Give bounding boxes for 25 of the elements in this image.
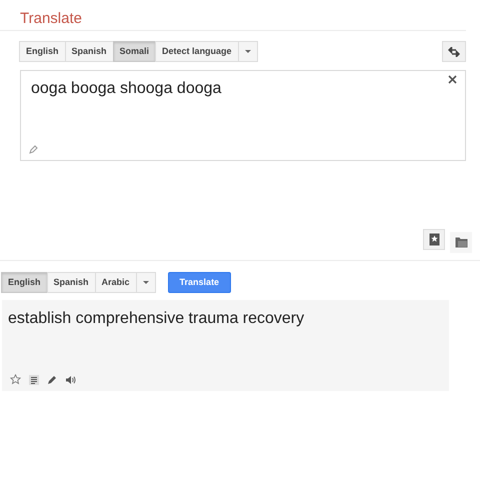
language-tab[interactable]: English [19,41,66,62]
language-tab[interactable]: Arabic [94,272,137,293]
document-icon[interactable] [29,374,39,384]
star-book-icon [428,233,440,246]
translation-text: establish comprehensive trauma recovery [8,309,306,329]
phrasebook-icon[interactable] [423,229,445,250]
caret-icon [244,50,251,54]
star-icon[interactable] [10,374,21,385]
folder-shape-icon [454,237,468,248]
close-icon[interactable] [448,75,457,84]
language-tab[interactable]: Spanish [64,41,114,62]
caret-icon [142,280,149,284]
source-text-box[interactable]: ooga booga shooga dooga [20,70,466,161]
swap-icon [448,46,460,56]
page-title: Translate [19,9,83,29]
language-tab[interactable]: English [1,272,48,293]
pencil-icon[interactable] [29,145,38,154]
language-tab[interactable]: Somali [112,41,156,62]
speaker-icon[interactable] [65,374,76,384]
language-tab[interactable]: Detect language [155,41,239,62]
folder-icon[interactable] [450,232,472,253]
language-tab[interactable]: Spanish [46,272,96,293]
source-text: ooga booga shooga dooga [31,79,222,99]
pencil-icon[interactable] [47,374,57,384]
swap-languages-button[interactable] [442,41,466,62]
